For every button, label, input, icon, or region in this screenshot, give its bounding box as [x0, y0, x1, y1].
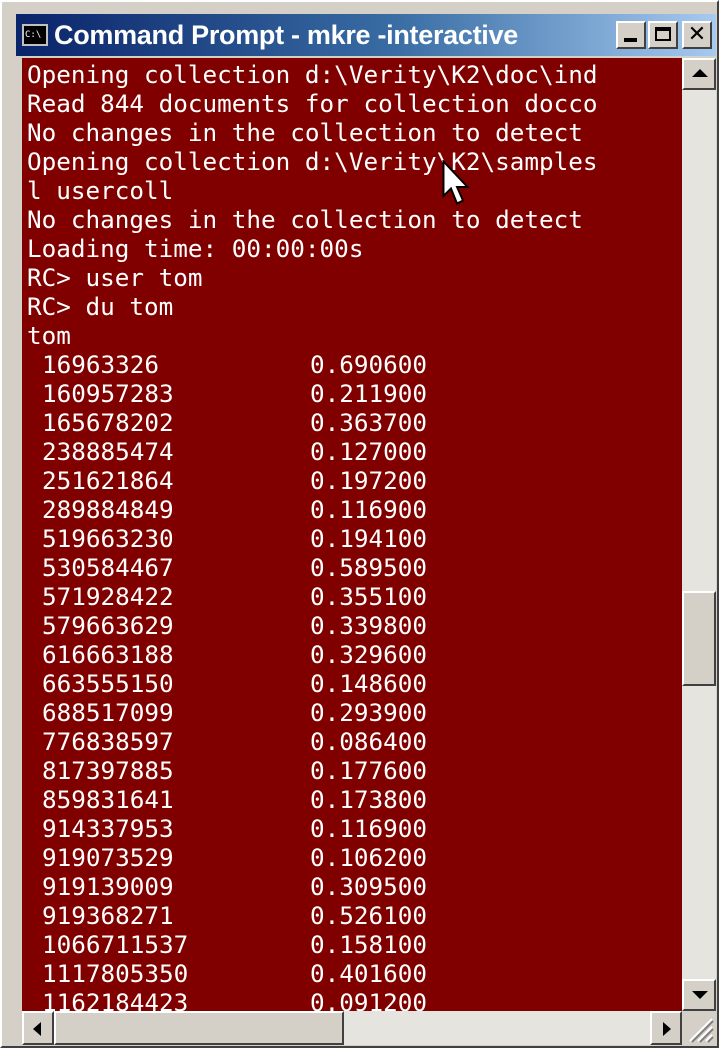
document-id: 663555150	[42, 669, 174, 698]
document-id: 579663629	[42, 611, 174, 640]
score-value: 0.177600	[310, 756, 428, 785]
window-title: Command Prompt - mkre -interactive	[54, 19, 518, 50]
mouse-pointer-icon	[442, 159, 472, 213]
scroll-up-button[interactable]	[682, 58, 716, 90]
console-line: l usercoll	[27, 176, 174, 205]
console-line: Opening collection d:\Verity\K2\doc\ind	[27, 60, 598, 89]
score-value: 0.173800	[310, 785, 428, 814]
score-value: 0.589500	[310, 553, 428, 582]
document-id: 251621864	[42, 466, 174, 495]
score-value: 0.116900	[310, 814, 428, 843]
console-line: Loading time: 00:00:00s	[27, 234, 364, 263]
console-line: tom	[27, 321, 71, 350]
console-line: No changes in the collection to detect	[27, 205, 583, 234]
document-id: 776838597	[42, 727, 174, 756]
score-value: 0.127000	[310, 437, 428, 466]
score-value: 0.355100	[310, 582, 428, 611]
vertical-scrollbar[interactable]	[682, 58, 716, 1011]
document-id: 919368271	[42, 901, 174, 930]
score-value: 0.293900	[310, 698, 428, 727]
document-id: 688517099	[42, 698, 174, 727]
maximize-icon	[655, 27, 671, 41]
document-id: 1066711537	[42, 930, 189, 959]
minimize-icon	[624, 38, 637, 42]
document-id: 919073529	[42, 843, 174, 872]
console-line: RC> du tom	[27, 292, 174, 321]
window-controls: ✕	[614, 21, 712, 49]
resize-grip[interactable]	[682, 1011, 716, 1045]
score-value: 0.148600	[310, 669, 428, 698]
resize-grip-icon	[689, 1018, 714, 1043]
close-button[interactable]: ✕	[682, 21, 712, 49]
console-line: RC> user tom	[27, 263, 203, 292]
score-value: 0.401600	[310, 959, 428, 988]
document-id: 238885474	[42, 437, 174, 466]
document-id: 16963326	[42, 350, 160, 379]
score-value: 0.690600	[310, 350, 428, 379]
close-icon: ✕	[687, 22, 707, 47]
score-value: 0.158100	[310, 930, 428, 959]
document-id: 289884849	[42, 495, 174, 524]
score-value: 0.363700	[310, 408, 428, 437]
document-id: 859831641	[42, 785, 174, 814]
score-value: 0.106200	[310, 843, 428, 872]
title-bar[interactable]: C:\ Command Prompt - mkre -interactive ✕	[16, 14, 716, 56]
score-value: 0.526100	[310, 901, 428, 930]
console-output[interactable]: Opening collection d:\Verity\K2\doc\ind R…	[22, 58, 682, 1011]
scroll-right-button[interactable]	[650, 1011, 682, 1045]
document-id: 914337953	[42, 814, 174, 843]
document-id: 616663188	[42, 640, 174, 669]
console-app-icon[interactable]: C:\	[22, 24, 48, 46]
minimize-button[interactable]	[616, 21, 646, 49]
score-value: 0.309500	[310, 872, 428, 901]
document-id: 919139009	[42, 872, 174, 901]
arrow-left-icon	[33, 1022, 41, 1036]
arrow-right-icon	[663, 1022, 671, 1036]
document-id: 160957283	[42, 379, 174, 408]
document-id: 571928422	[42, 582, 174, 611]
document-id: 1117805350	[42, 959, 189, 988]
horizontal-scrollbar[interactable]	[22, 1011, 682, 1045]
document-id: 817397885	[42, 756, 174, 785]
score-value: 0.116900	[310, 495, 428, 524]
horizontal-scroll-thumb[interactable]	[54, 1011, 344, 1045]
console-line: Opening collection d:\Verity\K2\samples	[27, 147, 598, 176]
score-value: 0.091200	[310, 988, 428, 1011]
arrow-up-icon	[692, 69, 708, 77]
document-id: 530584467	[42, 553, 174, 582]
command-prompt-window: C:\ Command Prompt - mkre -interactive ✕…	[0, 0, 719, 1048]
score-value: 0.086400	[310, 727, 428, 756]
scroll-left-button[interactable]	[22, 1011, 54, 1045]
document-id: 165678202	[42, 408, 174, 437]
vertical-scroll-thumb[interactable]	[682, 591, 716, 686]
score-value: 0.329600	[310, 640, 428, 669]
arrow-down-icon	[692, 991, 708, 999]
score-value: 0.211900	[310, 379, 428, 408]
document-id: 1162184423	[42, 988, 189, 1011]
maximize-button[interactable]	[648, 21, 678, 49]
score-value: 0.339800	[310, 611, 428, 640]
score-value: 0.194100	[310, 524, 428, 553]
document-id: 519663230	[42, 524, 174, 553]
console-line: Read 844 documents for collection docco	[27, 89, 598, 118]
score-value: 0.197200	[310, 466, 428, 495]
scroll-down-button[interactable]	[682, 979, 716, 1011]
console-line: No changes in the collection to detect	[27, 118, 583, 147]
